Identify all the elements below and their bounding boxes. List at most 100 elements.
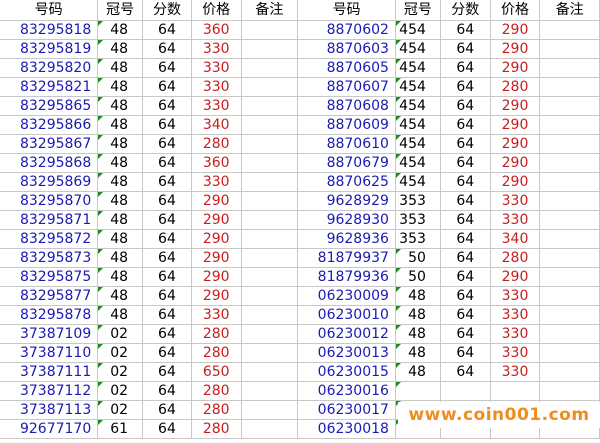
right-score-cell[interactable]: 64	[440, 324, 491, 344]
price-cell[interactable]: 330	[191, 96, 242, 116]
number-cell[interactable]: 37387113	[0, 400, 99, 420]
right-prefix-cell[interactable]: 454	[395, 20, 441, 40]
price-cell[interactable]: 340	[191, 115, 242, 135]
prefix-cell[interactable]: 48	[97, 39, 144, 59]
right-score-cell[interactable]: 64	[440, 362, 491, 382]
prefix-cell[interactable]: 02	[97, 324, 144, 344]
header-cell-price[interactable]: 价格	[191, 0, 242, 21]
prefix-cell[interactable]: 48	[97, 305, 144, 325]
number-cell[interactable]: 83295872	[0, 229, 99, 249]
right-number-cell[interactable]: 9628930	[297, 210, 396, 230]
right-price-cell[interactable]: 280	[490, 248, 541, 268]
right-score-cell[interactable]: 64	[440, 248, 491, 268]
right-score-cell[interactable]: 64	[440, 191, 491, 211]
right-price-cell[interactable]: 290	[490, 96, 541, 116]
right-remarks-cell[interactable]	[539, 324, 600, 344]
price-cell[interactable]: 280	[191, 400, 242, 420]
prefix-cell[interactable]: 48	[97, 267, 144, 287]
number-cell[interactable]: 92677170	[0, 419, 99, 439]
score-cell[interactable]: 64	[142, 286, 192, 306]
score-cell[interactable]: 64	[142, 381, 192, 401]
price-cell[interactable]: 330	[191, 58, 242, 78]
remarks-cell[interactable]	[241, 324, 299, 344]
right-number-cell[interactable]: 8870609	[297, 115, 396, 135]
right-price-cell[interactable]: 290	[490, 153, 541, 173]
score-cell[interactable]: 64	[142, 20, 192, 40]
header-cell-number-2[interactable]: 号码	[297, 0, 396, 21]
number-cell[interactable]: 83295877	[0, 286, 99, 306]
score-cell[interactable]: 64	[142, 58, 192, 78]
right-score-cell[interactable]	[440, 381, 491, 401]
right-prefix-cell[interactable]: 48	[395, 286, 441, 306]
price-cell[interactable]: 290	[191, 248, 242, 268]
right-score-cell[interactable]: 64	[440, 58, 491, 78]
right-price-cell[interactable]: 340	[490, 229, 541, 249]
price-cell[interactable]: 330	[191, 77, 242, 97]
right-score-cell[interactable]: 64	[440, 39, 491, 59]
right-price-cell[interactable]: 290	[490, 267, 541, 287]
remarks-cell[interactable]	[241, 248, 299, 268]
price-cell[interactable]: 280	[191, 343, 242, 363]
price-cell[interactable]: 280	[191, 134, 242, 154]
prefix-cell[interactable]: 48	[97, 20, 144, 40]
prefix-cell[interactable]: 48	[97, 96, 144, 116]
right-number-cell[interactable]: 06230010	[297, 305, 396, 325]
remarks-cell[interactable]	[241, 286, 299, 306]
score-cell[interactable]: 64	[142, 400, 192, 420]
right-score-cell[interactable]: 64	[440, 267, 491, 287]
right-price-cell[interactable]: 290	[490, 115, 541, 135]
prefix-cell[interactable]: 48	[97, 172, 144, 192]
right-number-cell[interactable]: 8870625	[297, 172, 396, 192]
right-remarks-cell[interactable]	[539, 210, 600, 230]
right-number-cell[interactable]: 81879937	[297, 248, 396, 268]
remarks-cell[interactable]	[241, 381, 299, 401]
prefix-cell[interactable]: 61	[97, 419, 144, 439]
score-cell[interactable]: 64	[142, 191, 192, 211]
right-number-cell[interactable]: 8870605	[297, 58, 396, 78]
right-prefix-cell[interactable]: 454	[395, 153, 441, 173]
prefix-cell[interactable]: 48	[97, 286, 144, 306]
right-number-cell[interactable]: 06230017	[297, 400, 396, 420]
right-score-cell[interactable]: 64	[440, 229, 491, 249]
right-number-cell[interactable]: 81879936	[297, 267, 396, 287]
prefix-cell[interactable]: 02	[97, 343, 144, 363]
right-remarks-cell[interactable]	[539, 58, 600, 78]
right-price-cell[interactable]: 290	[490, 172, 541, 192]
right-remarks-cell[interactable]	[539, 191, 600, 211]
header-cell-price-2[interactable]: 价格	[490, 0, 541, 21]
remarks-cell[interactable]	[241, 96, 299, 116]
right-number-cell[interactable]: 8870610	[297, 134, 396, 154]
right-number-cell[interactable]: 06230015	[297, 362, 396, 382]
number-cell[interactable]: 83295865	[0, 96, 99, 116]
score-cell[interactable]: 64	[142, 134, 192, 154]
prefix-cell[interactable]: 02	[97, 400, 144, 420]
score-cell[interactable]: 64	[142, 172, 192, 192]
right-price-cell[interactable]: 290	[490, 39, 541, 59]
score-cell[interactable]: 64	[142, 229, 192, 249]
right-price-cell[interactable]: 330	[490, 210, 541, 230]
score-cell[interactable]: 64	[142, 362, 192, 382]
right-remarks-cell[interactable]	[539, 248, 600, 268]
remarks-cell[interactable]	[241, 58, 299, 78]
number-cell[interactable]: 37387110	[0, 343, 99, 363]
right-number-cell[interactable]: 9628929	[297, 191, 396, 211]
right-remarks-cell[interactable]	[539, 172, 600, 192]
remarks-cell[interactable]	[241, 172, 299, 192]
remarks-cell[interactable]	[241, 20, 299, 40]
prefix-cell[interactable]: 48	[97, 134, 144, 154]
right-remarks-cell[interactable]	[539, 286, 600, 306]
header-cell-score-2[interactable]: 分数	[440, 0, 491, 21]
right-remarks-cell[interactable]	[539, 381, 600, 401]
right-score-cell[interactable]: 64	[440, 134, 491, 154]
right-score-cell[interactable]: 64	[440, 172, 491, 192]
price-cell[interactable]: 290	[191, 286, 242, 306]
number-cell[interactable]: 83295867	[0, 134, 99, 154]
right-score-cell[interactable]: 64	[440, 96, 491, 116]
price-cell[interactable]: 290	[191, 191, 242, 211]
score-cell[interactable]: 64	[142, 248, 192, 268]
number-cell[interactable]: 83295821	[0, 77, 99, 97]
right-number-cell[interactable]: 8870607	[297, 77, 396, 97]
right-prefix-cell[interactable]: 353	[395, 229, 441, 249]
right-prefix-cell[interactable]: 48	[395, 324, 441, 344]
right-remarks-cell[interactable]	[539, 343, 600, 363]
